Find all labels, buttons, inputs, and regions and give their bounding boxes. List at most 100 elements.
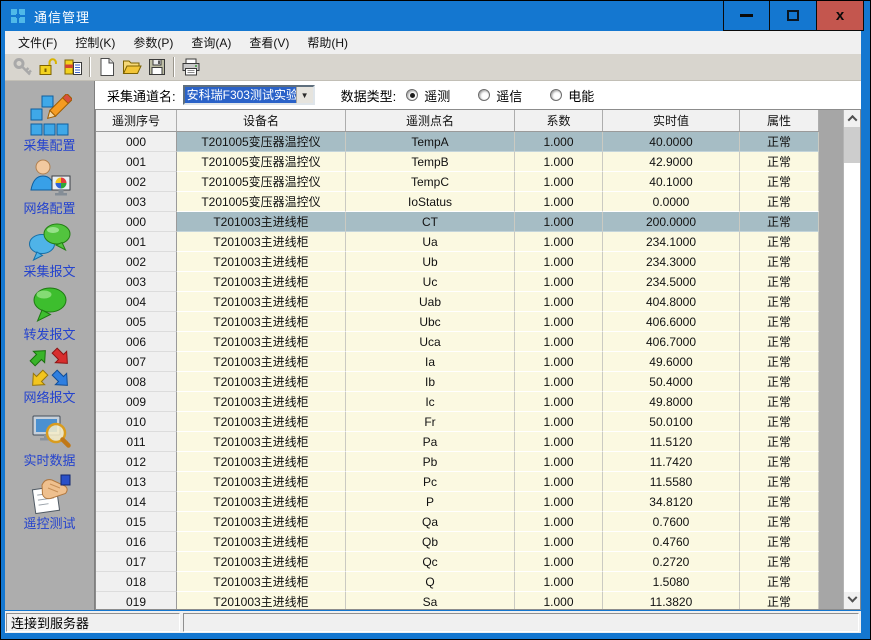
row-index-cell: 007 xyxy=(96,352,177,372)
column-header-0[interactable]: 遥测序号 xyxy=(96,110,177,131)
network-message-icon xyxy=(28,346,72,390)
table-cell: Ic xyxy=(346,392,515,412)
table-cell: 0.7600 xyxy=(603,512,740,532)
maximize-icon xyxy=(787,10,799,21)
forward-message-icon xyxy=(28,283,72,327)
table-cell: 49.6000 xyxy=(603,352,740,372)
table-row[interactable]: 007T201003主进线柜Ia1.00049.6000正常 xyxy=(96,352,819,372)
table-cell: 1.000 xyxy=(515,572,603,592)
menu-item-3[interactable]: 查询(A) xyxy=(182,31,240,54)
row-index-cell: 006 xyxy=(96,332,177,352)
sidebar-item-label: 实时数据 xyxy=(23,453,75,469)
minimize-button[interactable] xyxy=(723,1,770,31)
save-button[interactable] xyxy=(144,55,169,79)
scrollbar-thumb[interactable] xyxy=(844,127,860,163)
sidebar-item-label: 转发报文 xyxy=(23,327,75,343)
menu-item-4[interactable]: 查看(V) xyxy=(240,31,298,54)
menu-item-1[interactable]: 控制(K) xyxy=(66,31,124,54)
channel-combobox[interactable]: 安科瑞F303测试实验室 ▼ xyxy=(183,85,315,105)
table-row[interactable]: 012T201003主进线柜Pb1.00011.7420正常 xyxy=(96,452,819,472)
table-row[interactable]: 001T201003主进线柜Ua1.000234.1000正常 xyxy=(96,232,819,252)
radio-data-type-0[interactable]: 遥测 xyxy=(406,86,450,105)
radio-icon xyxy=(550,89,562,101)
column-header-2[interactable]: 遥测点名 xyxy=(346,110,515,131)
table-row[interactable]: 006T201003主进线柜Uca1.000406.7000正常 xyxy=(96,332,819,352)
config-tool-button[interactable] xyxy=(60,55,85,79)
table-row[interactable]: 001T201005变压器温控仪TempB1.00042.9000正常 xyxy=(96,152,819,172)
new-file-button[interactable] xyxy=(94,55,119,79)
menu-item-2[interactable]: 参数(P) xyxy=(124,31,182,54)
table-row[interactable]: 014T201003主进线柜P1.00034.8120正常 xyxy=(96,492,819,512)
table-row[interactable]: 018T201003主进线柜Q1.0001.5080正常 xyxy=(96,572,819,592)
menu-item-0[interactable]: 文件(F) xyxy=(9,31,66,54)
table-row[interactable]: 005T201003主进线柜Ubc1.000406.6000正常 xyxy=(96,312,819,332)
scroll-up-button[interactable] xyxy=(844,110,860,127)
table-cell: 406.6000 xyxy=(603,312,740,332)
table-cell: Qc xyxy=(346,552,515,572)
table-cell: 1.000 xyxy=(515,472,603,492)
table-cell: 1.000 xyxy=(515,292,603,312)
radio-data-type-1[interactable]: 遥信 xyxy=(478,86,522,105)
table-cell: T201003主进线柜 xyxy=(177,512,346,532)
telemetry-table: 遥测序号设备名遥测点名系数实时值属性 000T201005变压器温控仪TempA… xyxy=(95,109,861,610)
table-row[interactable]: 000T201003主进线柜CT1.000200.0000正常 xyxy=(96,212,819,232)
maximize-button[interactable] xyxy=(770,1,817,31)
table-cell: 正常 xyxy=(740,412,819,432)
key-icon xyxy=(13,57,33,77)
table-cell: T201003主进线柜 xyxy=(177,352,346,372)
table-cell: 正常 xyxy=(740,512,819,532)
title-bar[interactable]: 通信管理 x xyxy=(1,1,870,31)
row-index-cell: 015 xyxy=(96,512,177,532)
row-index-cell: 008 xyxy=(96,372,177,392)
table-cell: T201003主进线柜 xyxy=(177,232,346,252)
table-row[interactable]: 003T201005变压器温控仪IoStatus1.0000.0000正常 xyxy=(96,192,819,212)
sidebar-item-0[interactable]: 采集配置 xyxy=(5,94,94,157)
column-header-4[interactable]: 实时值 xyxy=(603,110,740,131)
chevron-down-icon[interactable]: ▼ xyxy=(296,87,313,103)
table-cell: Uc xyxy=(346,272,515,292)
table-row[interactable]: 002T201003主进线柜Ub1.000234.3000正常 xyxy=(96,252,819,272)
table-cell: Sa xyxy=(346,592,515,609)
close-button[interactable]: x xyxy=(817,1,864,31)
scroll-down-button[interactable] xyxy=(844,592,860,609)
table-header-row: 遥测序号设备名遥测点名系数实时值属性 xyxy=(96,110,819,132)
table-row[interactable]: 016T201003主进线柜Qb1.0000.4760正常 xyxy=(96,532,819,552)
table-row[interactable]: 000T201005变压器温控仪TempA1.00040.0000正常 xyxy=(96,132,819,152)
table-row[interactable]: 004T201003主进线柜Uab1.000404.8000正常 xyxy=(96,292,819,312)
table-cell: 正常 xyxy=(740,372,819,392)
key-button[interactable] xyxy=(10,55,35,79)
table-cell: T201003主进线柜 xyxy=(177,312,346,332)
table-row[interactable]: 013T201003主进线柜Pc1.00011.5580正常 xyxy=(96,472,819,492)
sidebar-item-3[interactable]: 转发报文 xyxy=(5,283,94,346)
unlock-button[interactable] xyxy=(35,55,60,79)
unlock-icon xyxy=(38,57,58,77)
table-row[interactable]: 019T201003主进线柜Sa1.00011.3820正常 xyxy=(96,592,819,609)
table-row[interactable]: 011T201003主进线柜Pa1.00011.5120正常 xyxy=(96,432,819,452)
open-file-button[interactable] xyxy=(119,55,144,79)
sidebar-item-6[interactable]: 遥控测试 xyxy=(5,472,94,535)
column-header-5[interactable]: 属性 xyxy=(740,110,819,131)
column-header-1[interactable]: 设备名 xyxy=(177,110,346,131)
table-row[interactable]: 010T201003主进线柜Fr1.00050.0100正常 xyxy=(96,412,819,432)
table-row[interactable]: 002T201005变压器温控仪TempC1.00040.1000正常 xyxy=(96,172,819,192)
radio-data-type-2[interactable]: 电能 xyxy=(550,86,594,105)
print-button[interactable] xyxy=(178,55,203,79)
table-cell: 50.0100 xyxy=(603,412,740,432)
table-row[interactable]: 008T201003主进线柜Ib1.00050.4000正常 xyxy=(96,372,819,392)
close-icon: x xyxy=(836,8,844,23)
table-cell: 1.000 xyxy=(515,312,603,332)
vertical-scrollbar[interactable] xyxy=(843,110,860,609)
table-row[interactable]: 003T201003主进线柜Uc1.000234.5000正常 xyxy=(96,272,819,292)
scrollbar-track[interactable] xyxy=(844,163,860,592)
sidebar-item-2[interactable]: 采集报文 xyxy=(5,220,94,283)
column-header-3[interactable]: 系数 xyxy=(515,110,603,131)
sidebar-item-5[interactable]: 实时数据 xyxy=(5,409,94,472)
sidebar-item-1[interactable]: 网络配置 xyxy=(5,157,94,220)
chevron-down-icon xyxy=(847,593,857,603)
table-row[interactable]: 015T201003主进线柜Qa1.0000.7600正常 xyxy=(96,512,819,532)
table-row[interactable]: 017T201003主进线柜Qc1.0000.2720正常 xyxy=(96,552,819,572)
menu-item-5[interactable]: 帮助(H) xyxy=(298,31,357,54)
table-cell: 正常 xyxy=(740,312,819,332)
table-row[interactable]: 009T201003主进线柜Ic1.00049.8000正常 xyxy=(96,392,819,412)
sidebar-item-4[interactable]: 网络报文 xyxy=(5,346,94,409)
